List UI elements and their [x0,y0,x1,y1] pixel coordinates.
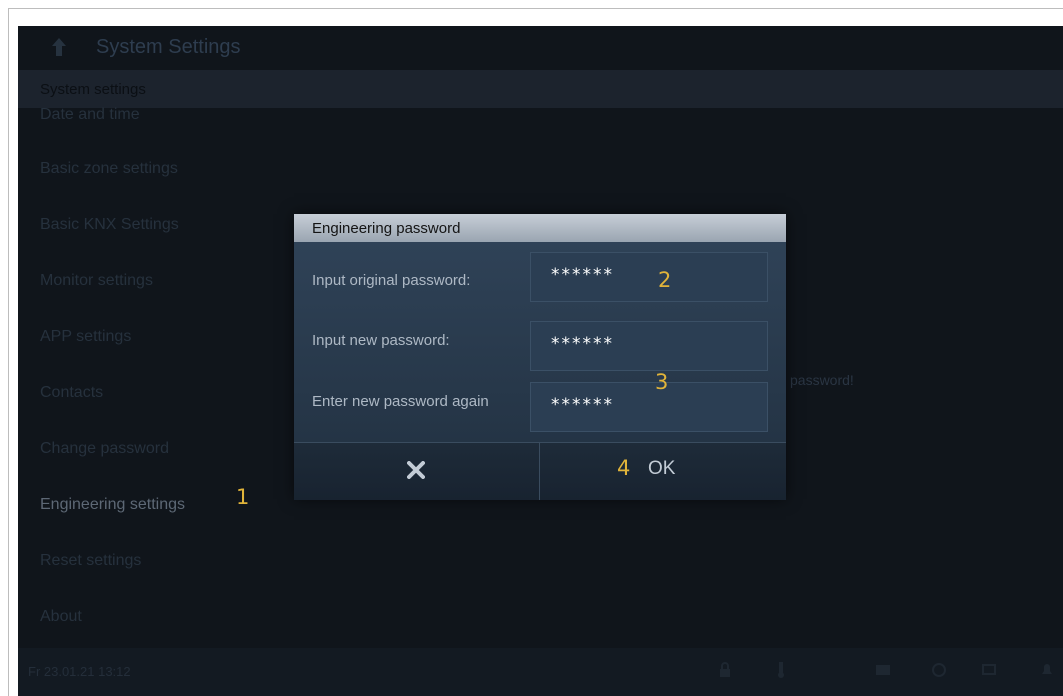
new-password-label: Input new password: [312,332,450,349]
page-title: System Settings [96,36,241,58]
ok-button[interactable]: OK [540,443,786,500]
background-message: password! [790,372,854,388]
dialog-title: Engineering password [312,220,461,237]
thermometer-icon[interactable] [774,662,788,678]
settings-icon[interactable] [932,662,946,678]
menu-item-monitor[interactable]: Monitor settings [40,272,153,290]
ok-label: OK [648,458,676,479]
lock-icon[interactable] [718,662,732,678]
menu-item-about[interactable]: About [40,608,82,626]
menu-item-basic-knx[interactable]: Basic KNX Settings [40,216,179,234]
message-icon[interactable] [876,662,890,678]
engineering-password-dialog: Engineering password Input original pass… [294,214,786,500]
title-bar: System Settings [18,26,1063,70]
cancel-button[interactable] [294,443,540,500]
status-datetime: Fr 23.01.21 13:12 [28,664,131,679]
bell-icon[interactable] [1040,662,1054,678]
section-header-bar [18,70,1063,108]
marker-2: 2 [658,268,672,292]
menu-item-reset[interactable]: Reset settings [40,552,141,570]
menu-item-engineering[interactable]: Engineering settings [40,496,185,514]
section-title: System settings [40,81,146,98]
new-password-input[interactable]: ****** [530,321,768,371]
close-icon [407,461,425,479]
new-password-value: ****** [551,334,614,354]
marker-1: 1 [236,485,250,509]
confirm-password-input[interactable]: ****** [530,382,768,432]
menu-item-basic-zone[interactable]: Basic zone settings [40,160,178,178]
marker-3: 3 [655,370,669,394]
original-password-input[interactable]: ****** [530,252,768,302]
marker-4: 4 [617,456,631,480]
dialog-footer: OK [294,442,786,500]
menu-item-contacts[interactable]: Contacts [40,384,103,402]
menu-item-change-password[interactable]: Change password [40,440,169,458]
chat-icon[interactable] [982,662,996,678]
dialog-header: Engineering password [294,214,786,242]
original-password-value: ****** [551,265,614,285]
status-bar: Fr 23.01.21 13:12 [18,648,1063,696]
confirm-password-value: ****** [551,395,614,415]
menu-item-app[interactable]: APP settings [40,328,131,346]
confirm-password-label: Enter new password again [312,393,489,410]
menu-item-date-time[interactable]: Date and time [40,106,140,124]
original-password-label: Input original password: [312,272,471,289]
back-arrow-icon[interactable] [52,38,66,56]
dialog-body: Input original password: ****** Input ne… [294,242,786,442]
